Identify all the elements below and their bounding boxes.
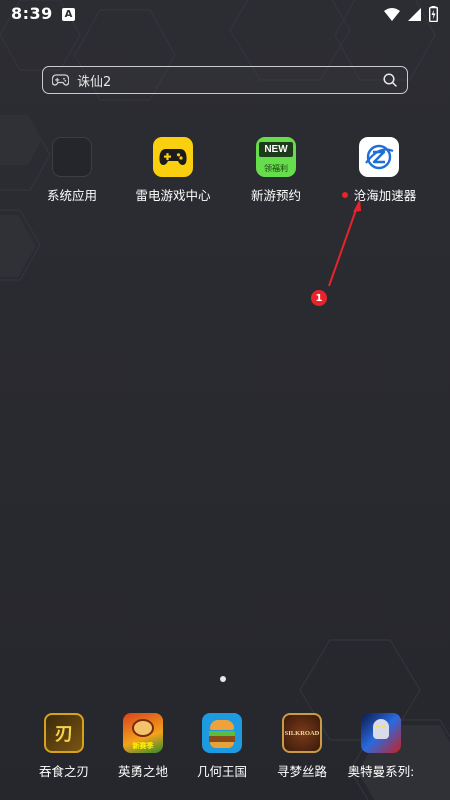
app-system-apps[interactable]: 系统应用 xyxy=(27,137,117,204)
app-canghai-accelerator[interactable]: 沧海加速器 xyxy=(334,137,424,204)
search-query[interactable]: 诛仙2 xyxy=(77,71,383,90)
game-jihe-icon xyxy=(202,713,242,753)
app-label: 沧海加速器 xyxy=(341,185,417,204)
wifi-icon xyxy=(384,7,400,21)
new-badge-title: NEW xyxy=(259,142,293,157)
dock-app-jihe[interactable]: 几何王国 xyxy=(177,713,267,780)
home-screen: 8:39 A 诛仙2 系统应用 雷电游戏中心 NEW 领福利 新游预约 沧海加速… xyxy=(0,0,450,800)
game-yingyong-icon: 新赛季 xyxy=(123,713,163,753)
step-marker: 1 xyxy=(311,290,327,306)
signal-icon xyxy=(408,7,421,21)
new-badge-sub: 领福利 xyxy=(264,164,288,173)
app-label: 奥特曼系列: xyxy=(347,764,415,779)
system-icons xyxy=(384,6,438,22)
game-ultraman-icon xyxy=(361,713,401,753)
search-bar[interactable]: 诛仙2 xyxy=(42,66,408,94)
page-indicator xyxy=(220,676,226,682)
app-label: 几何王国 xyxy=(196,764,247,779)
notification-icon: A xyxy=(62,8,75,21)
status-bar: 8:39 A xyxy=(0,0,450,30)
dock-app-tunshi[interactable]: 刃 吞食之刃 xyxy=(19,713,109,780)
app-label: 雷电游戏中心 xyxy=(135,188,211,203)
app-label: 系统应用 xyxy=(46,188,97,203)
game-silkroad-icon: SILKROAD xyxy=(282,713,322,753)
accelerator-icon xyxy=(359,137,399,177)
app-label: 英勇之地 xyxy=(117,764,168,779)
app-label: 寻梦丝路 xyxy=(276,764,327,779)
new-dot-badge xyxy=(341,191,348,198)
folder-icon xyxy=(52,137,92,177)
search-icon[interactable] xyxy=(383,73,397,87)
dock-app-ultraman[interactable]: 奥特曼系列: xyxy=(336,713,426,780)
gamepad-icon xyxy=(153,137,193,177)
app-label-text: 沧海加速器 xyxy=(353,188,417,203)
app-game-center[interactable]: 雷电游戏中心 xyxy=(128,137,218,204)
gamepad-icon xyxy=(52,74,69,86)
new-badge-icon: NEW 领福利 xyxy=(256,137,296,177)
game-tunshi-icon: 刃 xyxy=(44,713,84,753)
dock-app-yingyong[interactable]: 新赛季 英勇之地 xyxy=(98,713,188,780)
battery-charging-icon xyxy=(429,6,438,22)
dock-app-xunmeng[interactable]: SILKROAD 寻梦丝路 xyxy=(257,713,347,780)
app-label: 新游预约 xyxy=(250,188,301,203)
status-time: 8:39 xyxy=(11,4,53,23)
app-new-game-reservation[interactable]: NEW 领福利 新游预约 xyxy=(231,137,321,204)
app-label: 吞食之刃 xyxy=(38,764,89,779)
